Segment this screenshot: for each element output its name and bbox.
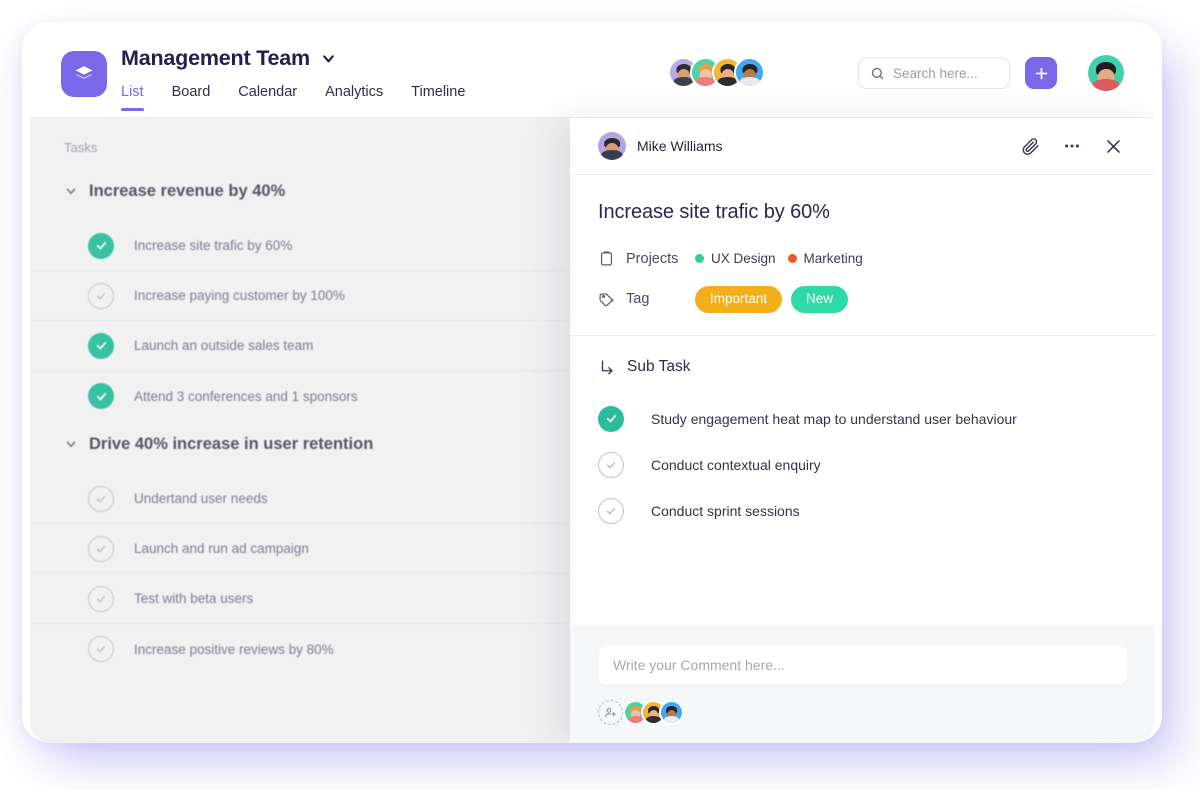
tag-row: Tag Important New	[598, 286, 1125, 313]
project-color-dot	[695, 254, 704, 263]
tab-calendar[interactable]: Calendar	[238, 84, 297, 111]
task-group-title: Increase revenue by 40%	[89, 181, 286, 200]
close-panel-button[interactable]	[1102, 135, 1125, 158]
subtask-section: Sub Task Study engagement heat map to un…	[570, 336, 1155, 628]
page-title: Management Team	[121, 46, 310, 70]
task-checkbox[interactable]	[88, 232, 114, 259]
project-name: UX Design	[711, 251, 776, 266]
close-icon	[1104, 137, 1123, 156]
project-name: Marketing	[803, 251, 863, 266]
tag-chip-list: Important New	[695, 286, 857, 313]
subtask-checkbox[interactable]	[598, 451, 624, 478]
project-chip[interactable]: Marketing	[787, 251, 863, 266]
detail-meta-section: Increase site trafic by 60% Projects UX …	[570, 175, 1155, 335]
task-checkbox[interactable]	[88, 485, 114, 512]
tag-icon	[598, 291, 615, 308]
task-checkbox[interactable]	[88, 282, 114, 309]
projects-label: Projects	[626, 250, 679, 267]
subtask-checkbox[interactable]	[598, 497, 624, 524]
subtask-row[interactable]: Conduct sprint sessions	[598, 488, 1125, 534]
project-color-dot	[787, 254, 797, 263]
nav-tabs: List Board Calendar Analytics Timeline	[121, 84, 465, 111]
projects-row: Projects UX Design Marketing	[598, 250, 1125, 267]
detail-user[interactable]: Mike Williams	[598, 132, 723, 160]
search-box[interactable]	[858, 57, 1010, 89]
task-checkbox[interactable]	[88, 383, 114, 409]
tag-label: Tag	[626, 291, 650, 308]
task-label: Launch an outside sales team	[134, 338, 314, 353]
comment-box[interactable]	[598, 645, 1127, 685]
team-title-row[interactable]: Management Team	[121, 46, 337, 71]
task-detail-panel: Mike Williams Increase site trafic by 60…	[570, 118, 1155, 743]
subtask-branch-icon	[598, 358, 616, 376]
layers-icon	[75, 66, 93, 79]
task-label: Launch and run ad campaign	[134, 541, 309, 556]
team-avatar-stack[interactable]	[668, 57, 765, 88]
plus-icon	[1033, 65, 1050, 82]
add-person-icon	[604, 706, 617, 719]
avatar-illustration	[1088, 55, 1124, 91]
subtask-row[interactable]: Conduct contextual enquiry	[598, 442, 1125, 488]
ellipsis-icon	[1062, 136, 1082, 156]
app-logo[interactable]	[61, 51, 107, 97]
task-label: Undertand user needs	[134, 491, 268, 506]
task-checkbox[interactable]	[88, 535, 114, 562]
task-label: Increase paying customer by 100%	[134, 288, 345, 303]
tag-pill[interactable]: Important	[695, 286, 783, 313]
add-person-button[interactable]	[598, 700, 623, 725]
search-icon	[870, 66, 885, 81]
detail-user-name: Mike Williams	[637, 138, 723, 154]
task-label: Increase positive reviews by 80%	[134, 641, 334, 657]
chevron-down-icon[interactable]	[64, 437, 78, 451]
detail-panel-header: Mike Williams	[570, 118, 1155, 175]
clipboard-icon	[598, 250, 615, 267]
tab-timeline[interactable]: Timeline	[411, 84, 465, 111]
task-label: Increase site trafic by 60%	[134, 238, 293, 253]
subtask-label-text: Study engagement heat map to understand …	[651, 410, 1017, 427]
project-chip[interactable]: UX Design	[695, 251, 776, 266]
detail-panel-body: Increase site trafic by 60% Projects UX …	[570, 175, 1155, 627]
add-button[interactable]	[1025, 57, 1057, 89]
chevron-down-icon[interactable]	[64, 184, 78, 198]
tag-pill[interactable]: New	[791, 286, 849, 313]
more-options-button[interactable]	[1060, 134, 1084, 158]
comment-footer	[570, 627, 1155, 743]
avatar-illustration	[661, 702, 682, 723]
subtask-label-text: Conduct contextual enquiry	[651, 456, 821, 473]
assignee-list	[598, 700, 1127, 725]
subtask-label-text: Conduct sprint sessions	[651, 502, 800, 519]
detail-user-avatar	[598, 132, 626, 160]
task-checkbox[interactable]	[88, 332, 114, 359]
assignee-avatar-3[interactable]	[659, 700, 684, 725]
subtask-header: Sub Task	[598, 358, 1125, 376]
paperclip-icon	[1021, 137, 1040, 156]
subtask-row[interactable]: Study engagement heat map to understand …	[598, 396, 1125, 442]
task-checkbox[interactable]	[88, 585, 114, 612]
app-header: Management Team List Board Calendar Analyti…	[30, 28, 1155, 118]
task-checkbox[interactable]	[88, 636, 114, 662]
task-label: Test with beta users	[134, 591, 254, 606]
app-card: Management Team List Board Calendar Analyti…	[30, 28, 1155, 743]
subtask-checkbox[interactable]	[598, 405, 624, 432]
subtask-label: Sub Task	[627, 357, 691, 375]
chevron-down-icon[interactable]	[320, 50, 337, 67]
subtask-list: Study engagement heat map to understand …	[598, 396, 1125, 534]
member-avatar-4[interactable]	[734, 57, 765, 88]
task-label: Attend 3 conferences and 1 sponsors	[134, 388, 358, 404]
tab-board[interactable]: Board	[172, 84, 211, 111]
search-input[interactable]	[893, 65, 998, 81]
tab-list[interactable]: List	[121, 84, 144, 111]
tasks-section-label: Tasks	[64, 140, 98, 155]
profile-avatar[interactable]	[1088, 55, 1124, 91]
tab-analytics[interactable]: Analytics	[325, 84, 383, 111]
comment-input[interactable]	[613, 657, 1112, 673]
detail-panel-actions	[1019, 134, 1125, 158]
avatar-illustration	[736, 59, 763, 86]
detail-task-title: Increase site trafic by 60%	[598, 201, 830, 223]
task-group-title: Drive 40% increase in user retention	[89, 434, 374, 453]
attachment-button[interactable]	[1019, 135, 1042, 158]
avatar-illustration	[598, 132, 626, 160]
project-chip-list: UX Design Marketing	[695, 251, 875, 266]
